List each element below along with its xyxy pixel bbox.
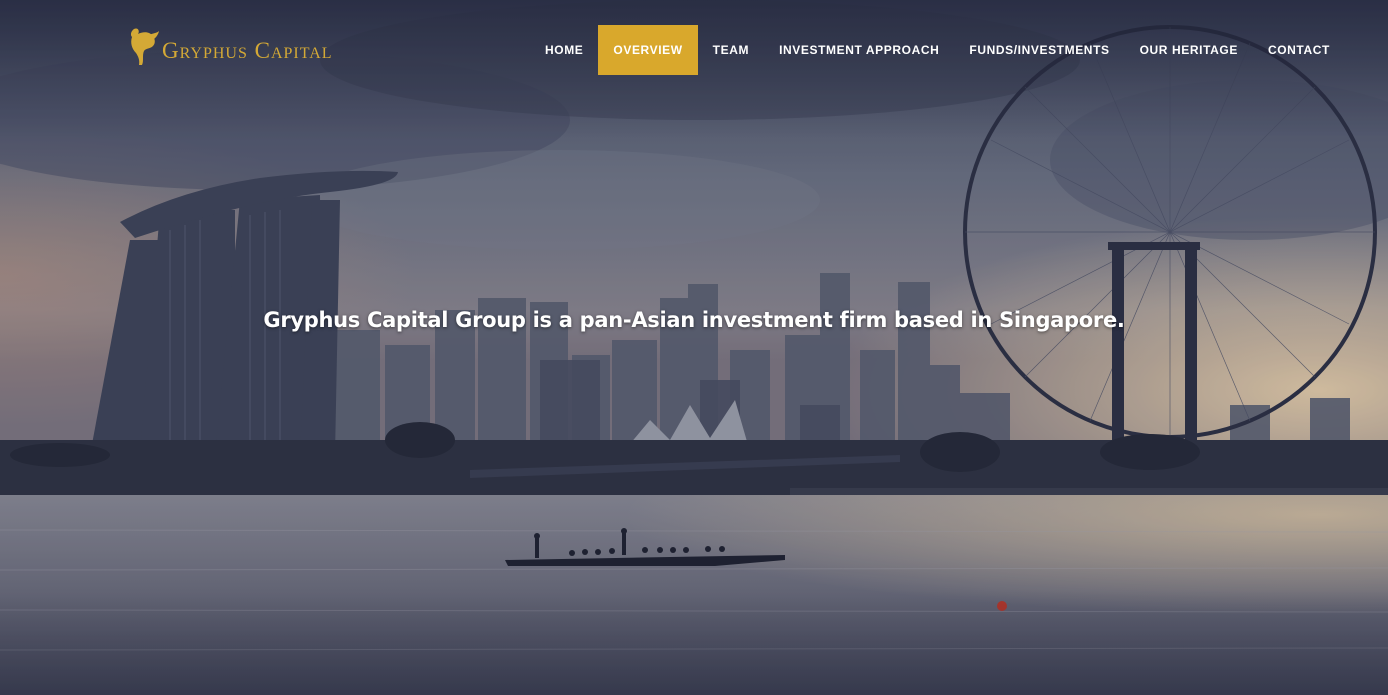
main-nav: HOME OVERVIEW TEAM INVESTMENT APPROACH F… (530, 25, 1345, 75)
site-header: Gryphus Capital HOME OVERVIEW TEAM INVES… (0, 0, 1388, 100)
gryphon-logo-icon (130, 28, 159, 65)
logo[interactable]: Gryphus Capital (126, 24, 333, 68)
brand-name: Gryphus Capital (162, 38, 333, 63)
nav-item-funds-investments[interactable]: FUNDS/INVESTMENTS (954, 25, 1124, 75)
singapore-skyline-image (0, 0, 1388, 695)
nav-item-investment-approach[interactable]: INVESTMENT APPROACH (764, 25, 954, 75)
nav-item-overview[interactable]: OVERVIEW (598, 25, 698, 75)
hero-background (0, 0, 1388, 695)
nav-item-our-heritage[interactable]: OUR HERITAGE (1125, 25, 1253, 75)
nav-item-team[interactable]: TEAM (698, 25, 764, 75)
hero-tagline: Gryphus Capital Group is a pan-Asian inv… (263, 308, 1125, 332)
nav-item-contact[interactable]: CONTACT (1253, 25, 1345, 75)
nav-item-home[interactable]: HOME (530, 25, 598, 75)
